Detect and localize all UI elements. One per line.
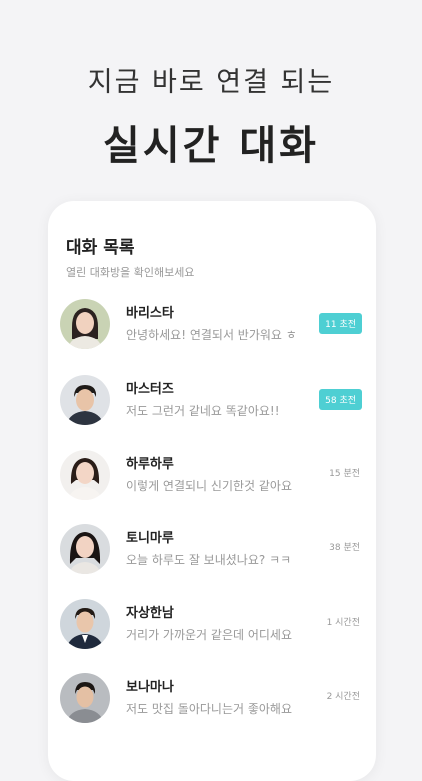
time-label: 15 분전	[329, 469, 360, 479]
avatar	[60, 673, 110, 723]
chat-list-item[interactable]: 하루하루 이렇게 연결되니 신기한것 같아요 15 분전	[48, 450, 376, 514]
headline-title: 실시간 대화	[103, 123, 319, 169]
chat-list-item[interactable]: 마스터즈 저도 그런거 같네요 똑같아요!! 58 초전	[48, 375, 376, 439]
chat-name: 마스터즈	[126, 382, 174, 397]
chat-list-item[interactable]: 보나마나 저도 맛집 돌아다니는거 좋아해요 2 시간전	[48, 673, 376, 737]
chat-preview: 이렇게 연결되니 신기한것 같아요	[126, 479, 293, 493]
headline-subtitle: 지금 바로 연결 되는	[87, 67, 335, 98]
time-badge: 11 초전	[319, 313, 362, 334]
avatar	[60, 450, 110, 500]
time-label: 38 분전	[329, 543, 360, 553]
time-label: 1 시간전	[326, 618, 360, 628]
chat-preview: 안녕하세요! 연결되서 반가워요 ㅎ	[126, 328, 297, 342]
time-label: 2 시간전	[326, 692, 360, 702]
phone-screen: 대화 목록 열린 대화방을 확인해보세요 바리스타 안녕하세요! 연결되서 반가…	[48, 201, 376, 781]
chat-list-item[interactable]: 자상한남 거리가 가까운거 같은데 어디세요 1 시간전	[48, 599, 376, 663]
chat-name: 하루하루	[126, 457, 174, 472]
avatar	[60, 299, 110, 349]
chat-preview: 저도 맛집 돌아다니는거 좋아해요	[126, 702, 293, 716]
chat-name: 보나마나	[126, 680, 174, 695]
chat-list-title: 대화 목록	[66, 238, 135, 258]
chat-name: 바리스타	[126, 306, 174, 321]
avatar	[60, 599, 110, 649]
chat-preview: 거리가 가까운거 같은데 어디세요	[126, 628, 293, 642]
time-badge: 58 초전	[319, 389, 362, 410]
promo-headline: 지금 바로 연결 되는 실시간 대화	[0, 60, 422, 171]
chat-list-subtitle: 열린 대화방을 확인해보세요	[66, 266, 195, 279]
avatar	[60, 524, 110, 574]
chat-name: 토니마루	[126, 531, 174, 546]
chat-preview: 오늘 하루도 잘 보내셨나요? ㅋㅋ	[126, 553, 292, 567]
chat-list-item[interactable]: 바리스타 안녕하세요! 연결되서 반가워요 ㅎ 11 초전	[48, 299, 376, 363]
chat-name: 자상한남	[126, 606, 174, 621]
avatar	[60, 375, 110, 425]
chat-list-item[interactable]: 토니마루 오늘 하루도 잘 보내셨나요? ㅋㅋ 38 분전	[48, 524, 376, 588]
chat-list-header: 대화 목록 열린 대화방을 확인해보세요	[66, 233, 194, 280]
chat-preview: 저도 그런거 같네요 똑같아요!!	[126, 404, 280, 418]
